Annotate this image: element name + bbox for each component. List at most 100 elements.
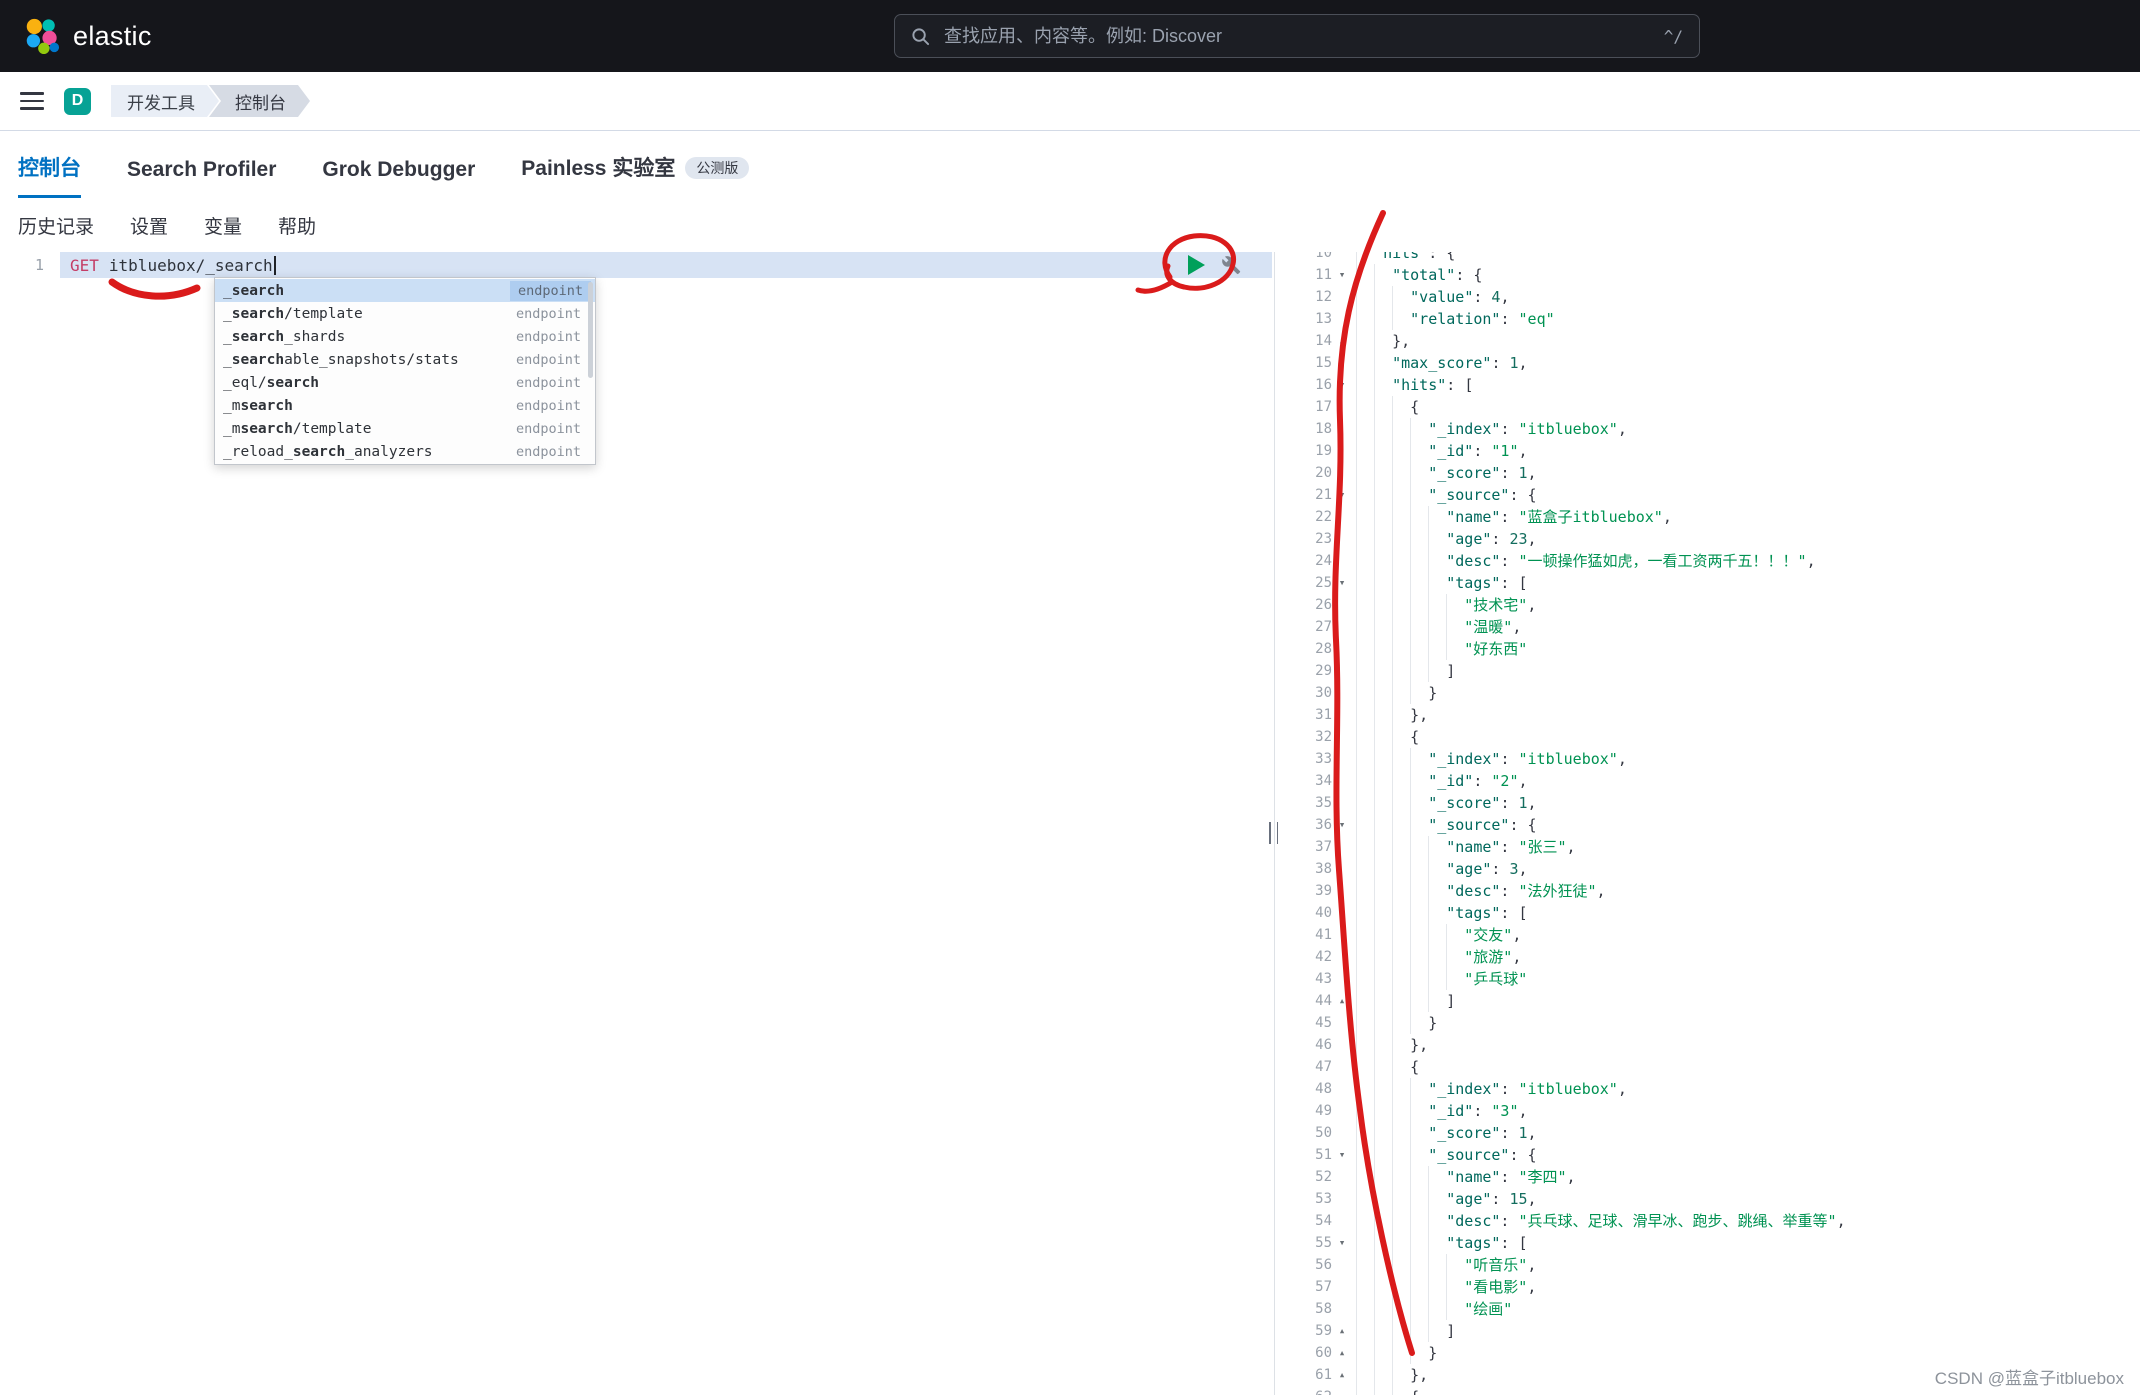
response-line: 21 ▾ "_source": { [1278, 484, 2140, 506]
fold-toggle-icon[interactable] [1332, 462, 1352, 484]
deployment-badge[interactable]: D [64, 87, 91, 115]
fold-toggle-icon[interactable] [1332, 660, 1352, 682]
fold-toggle-icon[interactable] [1332, 968, 1352, 990]
autocomplete-item[interactable]: _search/template endpoint [215, 302, 595, 325]
fold-toggle-icon[interactable] [1332, 1100, 1352, 1122]
request-actions [1188, 255, 1241, 275]
fold-toggle-icon[interactable] [1332, 594, 1352, 616]
autocomplete-item[interactable]: _eql/search endpoint [215, 371, 595, 394]
fold-toggle-icon[interactable]: ▾ [1332, 264, 1352, 286]
send-request-button[interactable] [1188, 255, 1205, 275]
fold-toggle-icon[interactable] [1332, 726, 1352, 748]
fold-toggle-icon[interactable]: ▾ [1332, 814, 1352, 836]
autocomplete-item[interactable]: _searchable_snapshots/stats endpoint [215, 348, 595, 371]
line-number: 27 [1315, 619, 1332, 635]
fold-toggle-icon[interactable] [1332, 682, 1352, 704]
autocomplete-item[interactable]: _reload_search_analyzers endpoint [215, 440, 595, 463]
fold-toggle-icon[interactable] [1332, 286, 1352, 308]
tab-painless-lab[interactable]: Painless 实验室 公测版 [521, 152, 750, 198]
autocomplete-meta: endpoint [515, 443, 581, 460]
breadcrumb-console: 控制台 [209, 85, 310, 117]
fold-toggle-icon[interactable] [1332, 748, 1352, 770]
fold-toggle-icon[interactable] [1332, 1254, 1352, 1276]
fold-toggle-icon[interactable] [1332, 836, 1352, 858]
fold-toggle-icon[interactable] [1332, 770, 1352, 792]
fold-toggle-icon[interactable] [1332, 1276, 1352, 1298]
fold-toggle-icon[interactable]: ▾ [1332, 902, 1352, 924]
response-line: 28 "好东西" [1278, 638, 2140, 660]
fold-toggle-icon[interactable]: ▴ [1332, 330, 1352, 352]
fold-toggle-icon[interactable] [1332, 1166, 1352, 1188]
fold-toggle-icon[interactable] [1332, 506, 1352, 528]
menu-variables[interactable]: 变量 [204, 212, 242, 239]
fold-toggle-icon[interactable] [1332, 1188, 1352, 1210]
autocomplete-item[interactable]: _msearch endpoint [215, 394, 595, 417]
fold-toggle-icon[interactable]: ▴ [1332, 990, 1352, 1012]
elastic-brand[interactable]: elastic [22, 17, 152, 55]
fold-toggle-icon[interactable] [1332, 1078, 1352, 1100]
request-options-wrench-icon[interactable] [1221, 255, 1241, 275]
response-line-text: "age": 23, [1356, 528, 2140, 550]
request-editor[interactable]: 1 GET itbluebox/_search [0, 252, 1272, 1395]
editor-active-line[interactable]: GET itbluebox/_search [60, 252, 1272, 278]
fold-toggle-icon[interactable]: ▴ [1332, 1342, 1352, 1364]
autocomplete-meta: endpoint [515, 328, 581, 345]
fold-toggle-icon[interactable] [1332, 616, 1352, 638]
response-line-text: "name": "李四", [1356, 1166, 2140, 1188]
editor-line-1[interactable]: 1 GET itbluebox/_search [0, 252, 1272, 278]
fold-toggle-icon[interactable] [1332, 1122, 1352, 1144]
line-number: 51 [1315, 1147, 1332, 1163]
fold-toggle-icon[interactable] [1332, 704, 1352, 726]
autocomplete-item[interactable]: _search_shards endpoint [215, 325, 595, 348]
fold-toggle-icon[interactable] [1332, 924, 1352, 946]
fold-toggle-icon[interactable] [1332, 858, 1352, 880]
fold-toggle-icon[interactable]: ▾ [1332, 1232, 1352, 1254]
fold-toggle-icon[interactable] [1332, 440, 1352, 462]
fold-toggle-icon[interactable] [1332, 638, 1352, 660]
fold-toggle-icon[interactable] [1332, 1298, 1352, 1320]
breadcrumb-dev-tools[interactable]: 开发工具 [111, 85, 219, 117]
response-line-text: "_index": "itbluebox", [1356, 748, 2140, 770]
tab-search-profiler[interactable]: Search Profiler [127, 158, 276, 198]
fold-toggle-icon[interactable]: ▾ [1332, 374, 1352, 396]
fold-toggle-icon[interactable]: ▴ [1332, 1320, 1352, 1342]
fold-toggle-icon[interactable] [1332, 418, 1352, 440]
fold-toggle-icon[interactable]: ▾ [1332, 484, 1352, 506]
line-number: 56 [1315, 1257, 1332, 1273]
response-line: 17 { [1278, 396, 2140, 418]
response-line-text: "age": 3, [1356, 858, 2140, 880]
tab-grok-debugger[interactable]: Grok Debugger [322, 158, 475, 198]
menu-settings[interactable]: 设置 [130, 212, 168, 239]
fold-toggle-icon[interactable] [1332, 528, 1352, 550]
response-line-text: { [1356, 726, 2140, 748]
fold-toggle-icon[interactable] [1332, 792, 1352, 814]
menu-history[interactable]: 历史记录 [18, 212, 94, 239]
menu-hamburger-icon[interactable] [20, 92, 44, 110]
fold-toggle-icon[interactable] [1332, 946, 1352, 968]
menu-help[interactable]: 帮助 [278, 212, 316, 239]
response-line: 25 ▾ "tags": [ [1278, 572, 2140, 594]
response-line: 41 "交友", [1278, 924, 2140, 946]
line-number: 38 [1315, 861, 1332, 877]
fold-toggle-icon[interactable]: ▴ [1332, 1364, 1352, 1386]
fold-toggle-icon[interactable] [1332, 1034, 1352, 1056]
autocomplete-item[interactable]: _msearch/template endpoint [215, 417, 595, 440]
response-line: 14 ▴ }, [1278, 330, 2140, 352]
fold-toggle-icon[interactable] [1332, 1056, 1352, 1078]
fold-toggle-icon[interactable] [1332, 1210, 1352, 1232]
fold-toggle-icon[interactable] [1332, 396, 1352, 418]
global-search-input[interactable] [942, 24, 1652, 48]
fold-toggle-icon[interactable] [1332, 352, 1352, 374]
autocomplete-item[interactable]: _search endpoint [215, 279, 595, 302]
fold-toggle-icon[interactable]: ▾ [1332, 572, 1352, 594]
fold-toggle-icon[interactable] [1332, 1012, 1352, 1034]
fold-toggle-icon[interactable] [1332, 1386, 1352, 1395]
fold-toggle-icon[interactable]: ▾ [1332, 1144, 1352, 1166]
response-line: 12 "value": 4, [1278, 286, 2140, 308]
global-search-box[interactable]: ^/ [894, 14, 1700, 58]
fold-toggle-icon[interactable] [1332, 252, 1352, 264]
tab-console[interactable]: 控制台 [18, 152, 81, 198]
fold-toggle-icon[interactable] [1332, 880, 1352, 902]
fold-toggle-icon[interactable] [1332, 308, 1352, 330]
fold-toggle-icon[interactable] [1332, 550, 1352, 572]
